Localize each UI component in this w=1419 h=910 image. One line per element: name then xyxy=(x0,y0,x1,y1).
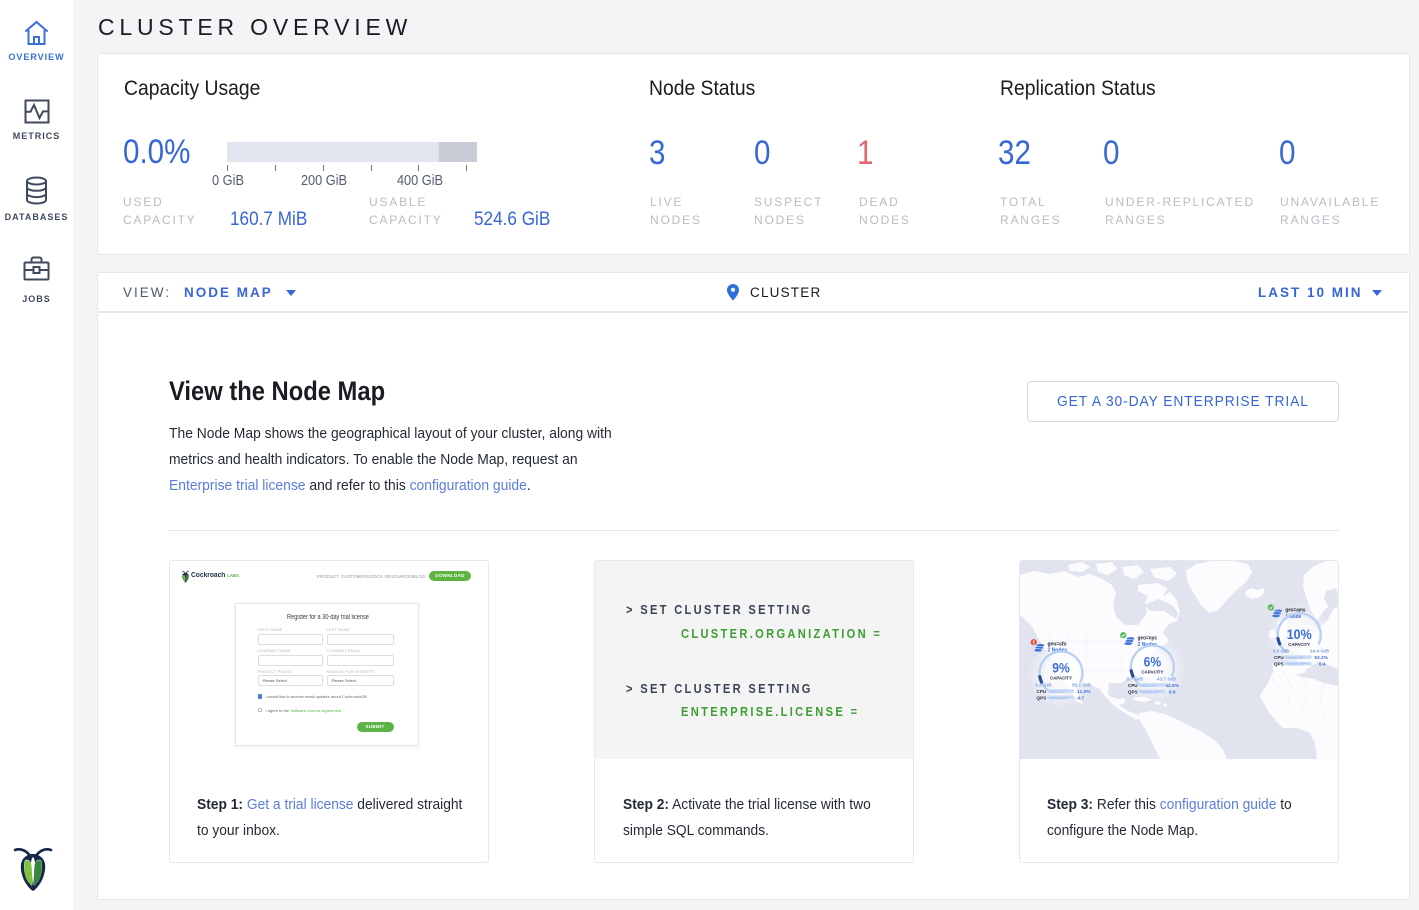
svg-text:3.6 GiB: 3.6 GiB xyxy=(1273,648,1290,654)
svg-text:QPS: QPS xyxy=(1128,689,1138,694)
svg-text:geo=nyc: geo=nyc xyxy=(1138,636,1158,642)
svg-text:4.7: 4.7 xyxy=(1077,695,1084,701)
svg-text:6%: 6% xyxy=(1144,654,1162,670)
svg-text:CPU: CPU xyxy=(1274,655,1284,660)
svg-text:34.4 GiB: 34.4 GiB xyxy=(1310,648,1330,654)
svg-text:3.7 GiB: 3.7 GiB xyxy=(1126,676,1143,682)
svg-text:53.3%: 53.3% xyxy=(1314,655,1328,661)
svg-text:QPS: QPS xyxy=(1037,695,1047,700)
svg-text:42.5%: 42.5% xyxy=(1165,683,1179,689)
svg-text:11.0%: 11.0% xyxy=(1077,689,1091,695)
svg-text:0.4: 0.4 xyxy=(1319,662,1326,668)
svg-text:geo=sfo: geo=sfo xyxy=(1048,641,1068,647)
svg-text:9%: 9% xyxy=(1052,660,1070,676)
svg-text:CPU: CPU xyxy=(1128,683,1138,688)
svg-text:10%: 10% xyxy=(1287,626,1312,642)
svg-text:QPS: QPS xyxy=(1274,662,1284,667)
svg-text:CPU: CPU xyxy=(1037,689,1047,694)
svg-text:43.7 GiB: 43.7 GiB xyxy=(1157,676,1177,682)
svg-text:CAPACITY: CAPACITY xyxy=(1288,642,1310,647)
svg-text:0.0: 0.0 xyxy=(1169,689,1176,695)
svg-text:CAPACITY: CAPACITY xyxy=(1050,676,1072,681)
svg-text:CAPACITY: CAPACITY xyxy=(1141,670,1163,675)
svg-text:35.1 GiB: 35.1 GiB xyxy=(1072,682,1092,688)
svg-text:3.2 GiB: 3.2 GiB xyxy=(1035,682,1052,688)
